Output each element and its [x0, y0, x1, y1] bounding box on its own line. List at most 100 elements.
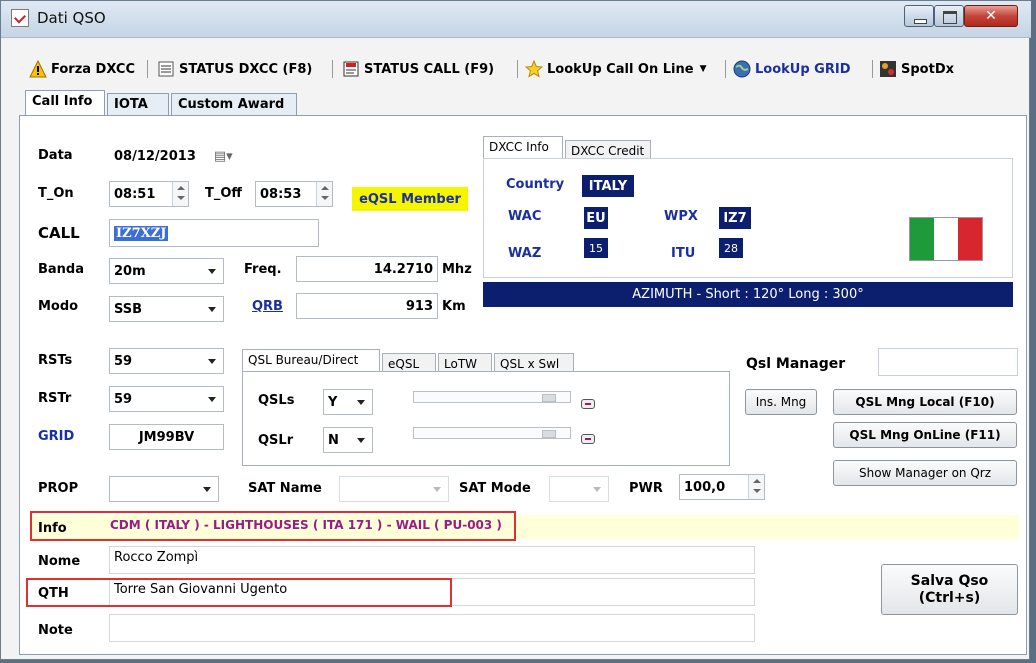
note-label: Note [38, 623, 73, 638]
spotdx-button[interactable]: SpotDx [879, 57, 954, 81]
toolbar: Forza DXCC STATUS DXCC (F8) STATUS CALL … [17, 57, 1017, 83]
rsts-label: RSTs [38, 353, 73, 368]
t-on-input[interactable]: 08:51 [109, 181, 189, 207]
forza-dxcc-button[interactable]: Forza DXCC [29, 57, 135, 81]
sat-name-select[interactable] [339, 476, 449, 502]
pwr-label: PWR [629, 481, 663, 496]
rstr-select[interactable]: 59 [109, 386, 224, 412]
azimuth-bar: AZIMUTH - Short : 120° Long : 300° [483, 282, 1013, 307]
banda-label: Banda [38, 262, 85, 277]
banda-select[interactable]: 20m [109, 258, 224, 284]
qsls-date-field[interactable] [413, 391, 571, 403]
salva-qso-button[interactable]: Salva Qso (Ctrl+s) [881, 564, 1018, 615]
qsl-mng-online-button[interactable]: QSL Mng OnLine (F11) [833, 422, 1017, 448]
lookup-grid-button[interactable]: LookUp GRID [733, 57, 851, 81]
ins-mng-button[interactable]: Ins. Mng [745, 389, 817, 415]
sat-mode-label: SAT Mode [459, 481, 531, 496]
qsl-manager-label: Qsl Manager [746, 356, 846, 372]
tab-call-info[interactable]: Call Info [25, 90, 105, 116]
tab-qsl-bureau-direct[interactable]: QSL Bureau/Direct [242, 349, 380, 371]
globe-icon [733, 60, 751, 78]
dropdown-arrow-icon: ▼ [699, 64, 707, 74]
modo-select[interactable]: SSB [109, 296, 224, 322]
t-on-spinner[interactable] [172, 182, 188, 206]
note-input[interactable] [109, 614, 755, 642]
prop-select[interactable] [109, 476, 219, 502]
title-bar[interactable]: Dati QSO ✕ [1, 1, 1031, 38]
toolbar-separator [332, 60, 333, 78]
grid-input[interactable]: JM99BV [109, 424, 224, 450]
status-call-button[interactable]: STATUS CALL (F9) [342, 57, 494, 81]
toolbar-separator [147, 60, 148, 78]
itu-value: 28 [719, 238, 743, 258]
window-title: Dati QSO [37, 9, 106, 27]
sat-name-label: SAT Name [248, 481, 322, 496]
qsl-mng-local-button[interactable]: QSL Mng Local (F10) [833, 389, 1017, 415]
warning-icon [29, 59, 47, 78]
nome-input[interactable]: Rocco Zompì [109, 546, 755, 574]
qrb-input[interactable]: 913 [296, 293, 438, 319]
qsl-manager-input[interactable] [878, 348, 1018, 376]
qrb-link[interactable]: QRB [252, 299, 283, 314]
toolbar-separator [517, 60, 518, 78]
tab-dxcc-info[interactable]: DXCC Info [483, 136, 563, 158]
wac-value: EU [584, 207, 608, 229]
data-label: Data [38, 148, 73, 163]
qslr-clear-icon[interactable] [581, 434, 595, 444]
wac-label: WAC [508, 209, 542, 224]
t-off-spinner[interactable] [316, 182, 332, 206]
note-icon [342, 60, 360, 78]
qslr-select[interactable]: N [323, 427, 373, 453]
qsl-panel [242, 371, 730, 466]
date-picker[interactable]: 08/12/2013 ▤▾ [109, 143, 269, 169]
status-dxcc-button[interactable]: STATUS DXCC (F8) [157, 57, 312, 81]
qrb-unit: Km [442, 299, 466, 314]
wpx-label: WPX [664, 209, 698, 224]
prop-label: PROP [38, 481, 79, 496]
tab-iota[interactable]: IOTA [107, 93, 169, 117]
lookup-call-button[interactable]: LookUp Call On Line ▼ [524, 57, 707, 81]
show-manager-qrz-button[interactable]: Show Manager on Qrz [833, 460, 1017, 486]
qsls-select[interactable]: Y [323, 389, 373, 415]
itu-label: ITU [671, 246, 696, 261]
wpx-value: IZ7 [719, 207, 751, 229]
rsts-select[interactable]: 59 [109, 348, 224, 374]
freq-input[interactable]: 14.2710 [296, 256, 438, 282]
t-off-input[interactable]: 08:53 [255, 181, 333, 207]
minimize-button[interactable] [904, 5, 934, 27]
nome-label: Nome [38, 554, 81, 569]
rstr-label: RSTr [38, 391, 72, 406]
close-button[interactable]: ✕ [964, 5, 1018, 27]
qslr-label: QSLr [258, 433, 294, 448]
freq-unit: Mhz [442, 262, 472, 277]
close-icon: ✕ [985, 8, 997, 24]
freq-label: Freq. [244, 262, 282, 277]
waz-value: 15 [584, 238, 608, 258]
eqsl-member-badge: eQSL Member [352, 187, 468, 211]
call-label: CALL [38, 224, 80, 242]
pwr-spinner[interactable] [748, 475, 764, 499]
modo-label: Modo [38, 299, 79, 314]
italy-flag-icon [909, 217, 983, 261]
t-on-label: T_On [38, 186, 74, 201]
toolbar-separator [872, 60, 873, 78]
info-highlight-box [30, 511, 516, 541]
tab-custom-award[interactable]: Custom Award [171, 93, 297, 117]
toolbar-separator [725, 60, 726, 78]
qslr-date-field[interactable] [413, 427, 571, 439]
t-off-label: T_Off [205, 186, 242, 201]
country-label: Country [506, 177, 565, 192]
waz-label: WAZ [508, 246, 542, 261]
grid-label: GRID [38, 429, 75, 444]
qsls-clear-icon[interactable] [581, 399, 595, 409]
call-input[interactable]: IZ7XZJ [109, 219, 319, 247]
maximize-button[interactable] [934, 5, 964, 27]
pwr-input[interactable]: 100,0 [679, 474, 765, 500]
cluster-icon [879, 60, 897, 78]
app-checkbox-icon [11, 9, 29, 27]
calendar-icon: ▤▾ [213, 148, 233, 164]
sat-mode-select[interactable] [549, 476, 609, 502]
qsls-label: QSLs [258, 393, 295, 408]
country-value: ITALY [582, 175, 634, 197]
star-icon [524, 59, 544, 78]
